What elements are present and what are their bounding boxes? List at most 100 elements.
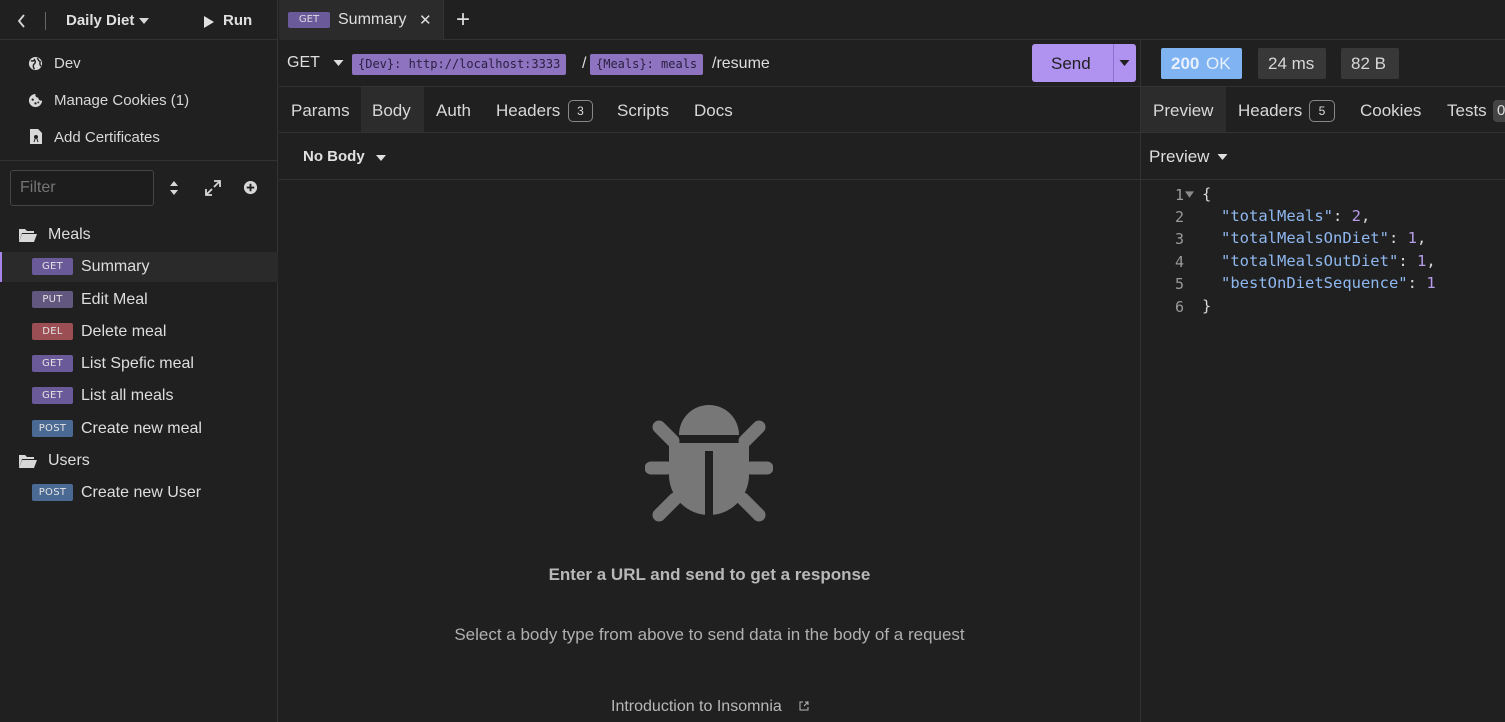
tab-title: Summary	[338, 11, 407, 28]
chevron-down-icon	[1217, 154, 1228, 161]
request-item-summary[interactable]: GET Summary	[0, 252, 278, 282]
back-chevron-icon[interactable]	[16, 13, 28, 29]
tab-label: Headers	[496, 101, 561, 120]
method-badge: DEL	[32, 323, 73, 340]
workspace-name[interactable]: Daily Diet	[66, 12, 134, 29]
tab-method-badge: GET	[288, 12, 330, 28]
cookie-icon	[28, 93, 43, 108]
request-label: Create new User	[81, 484, 202, 501]
play-icon	[203, 15, 215, 29]
preview-mode-label: Preview	[1149, 147, 1210, 166]
chevron-down-icon[interactable]	[1119, 60, 1130, 67]
request-item-create-new-user[interactable]: POST Create new User	[0, 478, 278, 508]
send-label: Send	[1051, 54, 1091, 73]
add-circle-icon[interactable]	[243, 180, 258, 195]
folder-open-icon	[18, 227, 38, 243]
json-close-brace: }	[1202, 297, 1212, 315]
json-comma: ,	[1361, 207, 1371, 225]
tab-params[interactable]: Params	[279, 87, 360, 132]
intro-link-label: Introduction to Insomnia	[611, 698, 782, 715]
folder-label: Users	[48, 452, 90, 469]
tab-label: Preview	[1153, 101, 1214, 120]
add-certificates-button[interactable]: Add Certificates	[0, 123, 278, 151]
method-badge: GET	[32, 387, 73, 404]
tab-label: Auth	[436, 101, 471, 120]
tab-label: Docs	[694, 101, 733, 120]
request-pane: GET {Dev}: http://localhost:3333 / {Meal…	[279, 40, 1140, 722]
method-badge: GET	[32, 355, 73, 372]
tab-bar: GET Summary ✕ +	[279, 0, 1505, 40]
url-input[interactable]: {Dev}: http://localhost:3333 / {Meals}: …	[351, 52, 1021, 78]
response-size-label: 82 B	[1351, 54, 1386, 73]
sort-icon[interactable]	[169, 180, 179, 196]
folder-variable-tag[interactable]: {Meals}: meals	[590, 54, 704, 75]
json-value: 1	[1416, 252, 1427, 270]
close-icon[interactable]: ✕	[419, 11, 432, 29]
method-badge: GET	[32, 258, 73, 275]
send-button[interactable]: Send	[1032, 44, 1136, 82]
folder-label: Meals	[48, 226, 91, 243]
body-type-dropdown[interactable]: No Body	[303, 146, 398, 168]
tab-label: Headers	[1238, 101, 1303, 120]
request-tab-summary[interactable]: GET Summary ✕	[279, 0, 444, 40]
request-item-list-spefic-meal[interactable]: GET List Spefic meal	[0, 349, 278, 379]
environment-selector[interactable]: Dev	[0, 50, 278, 78]
request-item-delete-meal[interactable]: DEL Delete meal	[0, 317, 278, 347]
request-label: Create new meal	[81, 420, 202, 437]
tab-preview[interactable]: Preview	[1141, 87, 1226, 132]
bug-icon	[645, 397, 773, 529]
line-number: 5	[1174, 275, 1184, 293]
fold-arrow-icon[interactable]	[1185, 191, 1194, 199]
headers-count-badge: 5	[1309, 100, 1335, 122]
request-item-edit-meal[interactable]: PUT Edit Meal	[0, 285, 278, 315]
line-number: 1	[1174, 186, 1184, 204]
workspace-dropdown-icon[interactable]	[139, 18, 149, 25]
environment-variable-tag[interactable]: {Dev}: http://localhost:3333	[352, 54, 567, 75]
empty-state-subtitle: Select a body type from above to send da…	[454, 625, 965, 644]
certificate-icon	[30, 129, 42, 144]
folder-users[interactable]: Users	[0, 450, 278, 474]
tab-scripts[interactable]: Scripts	[605, 87, 680, 132]
tab-body[interactable]: Body	[361, 87, 424, 132]
folder-open-icon	[18, 453, 38, 469]
tab-auth[interactable]: Auth	[424, 87, 484, 132]
json-value: 1	[1407, 229, 1417, 247]
request-label: Edit Meal	[81, 291, 148, 308]
tab-tests[interactable]: Tests 0	[1435, 87, 1505, 132]
request-item-create-new-meal[interactable]: POST Create new meal	[0, 414, 278, 444]
add-tab-icon[interactable]: +	[456, 6, 470, 34]
line-number: 2	[1174, 208, 1184, 226]
request-label: List Spefic meal	[81, 355, 194, 372]
method-selector[interactable]: GET	[287, 54, 347, 74]
expand-icon[interactable]	[205, 180, 221, 196]
manage-cookies-button[interactable]: Manage Cookies (1)	[0, 86, 278, 114]
filter-input[interactable]	[10, 170, 154, 206]
response-size: 82 B	[1341, 48, 1399, 79]
url-separator: /	[582, 55, 587, 72]
method-badge: POST	[32, 484, 73, 501]
folder-meals[interactable]: Meals	[0, 224, 278, 248]
json-line: "totalMeals": 2,	[1221, 207, 1371, 225]
add-certificates-label: Add Certificates	[54, 129, 160, 146]
tab-label: Params	[291, 101, 350, 120]
tab-cookies[interactable]: Cookies	[1348, 87, 1428, 132]
external-link-icon	[799, 701, 809, 711]
preview-mode-dropdown[interactable]: Preview	[1149, 146, 1234, 168]
chevron-down-icon	[333, 60, 344, 67]
url-path: /resume	[712, 55, 770, 72]
tab-docs[interactable]: Docs	[682, 87, 744, 132]
json-key: "totalMeals"	[1221, 207, 1333, 225]
tab-headers[interactable]: Headers 3	[484, 87, 604, 132]
tests-count-badge: 0	[1493, 100, 1505, 122]
line-number: 3	[1174, 230, 1184, 248]
request-label: List all meals	[81, 387, 174, 404]
method-badge: POST	[32, 420, 73, 437]
json-key: "totalMealsOnDiet"	[1221, 229, 1389, 247]
sidebar: Daily Diet Run Dev Manage Cookies (1) Ad…	[0, 0, 278, 722]
intro-link[interactable]: Introduction to Insomnia	[611, 698, 811, 720]
request-item-list-all-meals[interactable]: GET List all meals	[0, 381, 278, 411]
response-time-label: 24 ms	[1268, 54, 1315, 73]
response-time: 24 ms	[1258, 48, 1326, 79]
tab-response-headers[interactable]: Headers 5	[1226, 87, 1341, 132]
tab-label: Cookies	[1360, 101, 1422, 120]
